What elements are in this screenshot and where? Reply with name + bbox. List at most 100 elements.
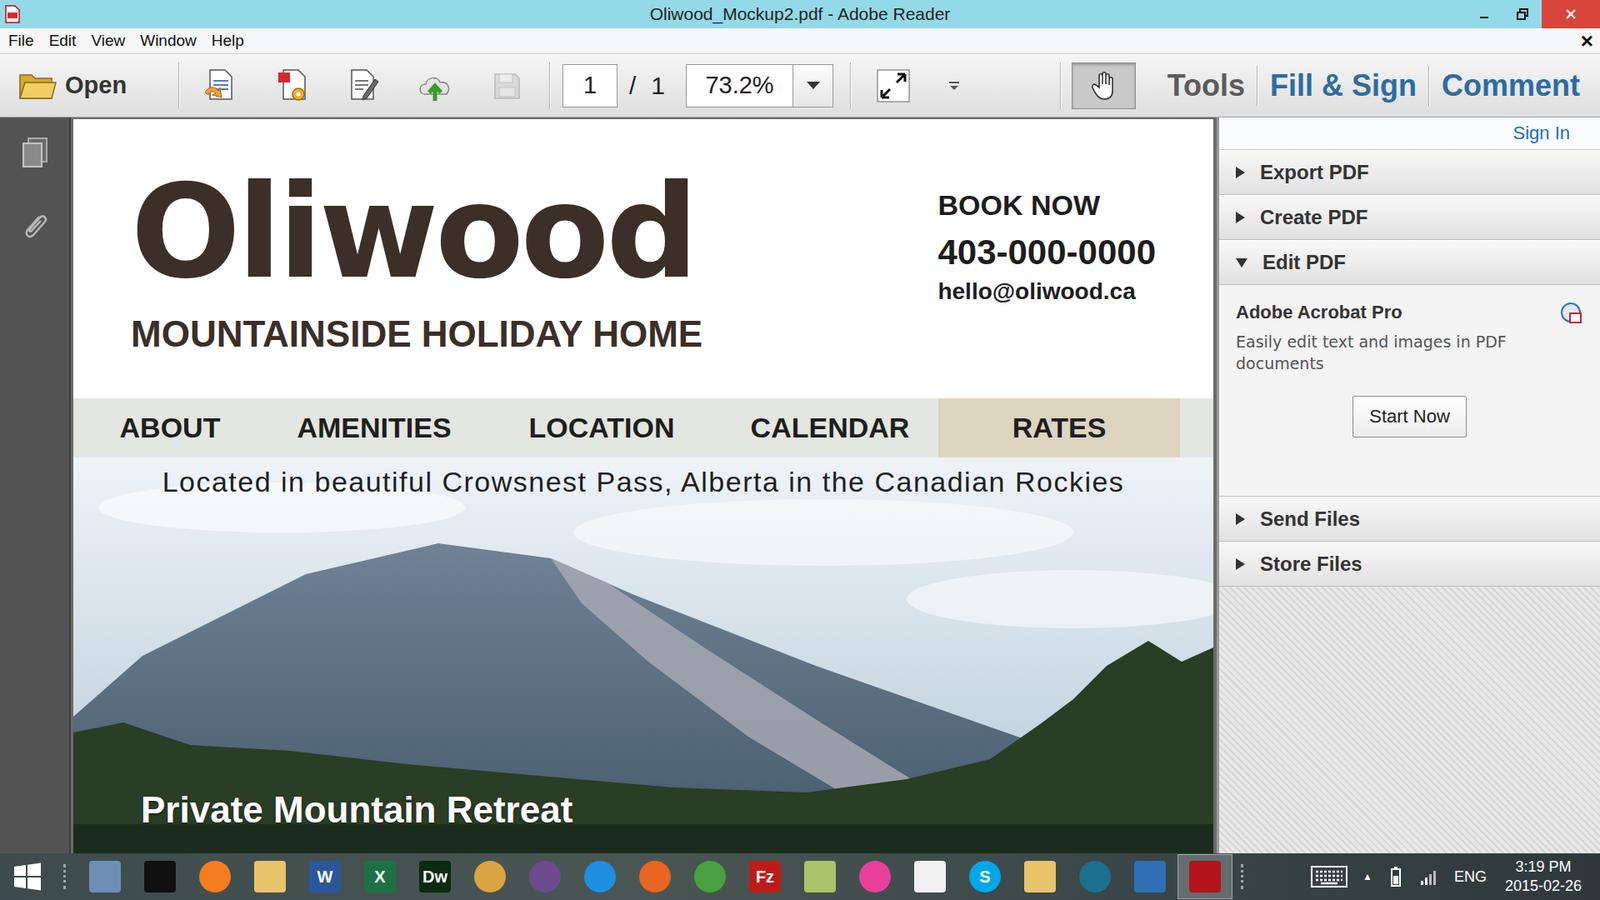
app-icon	[1024, 860, 1056, 893]
page-thumbnails-button[interactable]	[18, 135, 52, 170]
zoom-control: 73.2%	[685, 64, 834, 108]
panel-section-header[interactable]: Edit PDF	[1219, 240, 1600, 285]
battery-icon[interactable]	[1387, 865, 1405, 888]
app-icon	[914, 860, 946, 893]
taskbar-app[interactable]	[187, 854, 243, 900]
menu-item[interactable]: View	[83, 31, 133, 50]
app-icon: Dw	[419, 860, 451, 893]
hand-tool-button[interactable]	[1071, 62, 1136, 110]
app-icon	[639, 860, 671, 893]
create-icon	[203, 67, 237, 105]
taskbar-app[interactable]	[1012, 854, 1068, 900]
edit-icon	[346, 67, 380, 105]
taskbar-app[interactable]	[572, 854, 628, 900]
minimize-icon	[1478, 8, 1490, 20]
attachments-button[interactable]	[18, 209, 52, 243]
start-button[interactable]	[0, 853, 55, 900]
app-icon	[859, 860, 891, 893]
hero-banner: Located in beautiful Crowsnest Pass, Alb…	[73, 457, 1214, 854]
restore-button[interactable]	[1503, 0, 1542, 29]
system-tray: ▲ ENG 3:19 PM2015-02-26	[1310, 857, 1600, 897]
toolbar-separator	[1428, 65, 1430, 106]
taskbar-app[interactable]	[792, 854, 848, 900]
taskbar-app[interactable]: X	[352, 854, 408, 900]
taskbar-grip	[1240, 864, 1247, 890]
tools-panel: Sign InExport PDFCreate PDFEdit PDFAdobe…	[1216, 117, 1600, 854]
taskbar-app[interactable]	[1067, 854, 1123, 900]
app-icon	[1134, 860, 1166, 893]
taskbar-app[interactable]	[1177, 854, 1233, 900]
pdf-button[interactable]	[275, 67, 309, 105]
panel-section-header[interactable]: Send Files	[1219, 496, 1600, 542]
upload-button[interactable]	[418, 67, 452, 105]
menu-item[interactable]: Edit	[41, 31, 85, 50]
show-hidden-icons-button[interactable]: ▲	[1362, 870, 1373, 883]
pdf-page: OliwoodMOUNTAINSIDE HOLIDAY HOME BOOK NOW…	[73, 119, 1214, 854]
panel-section-header[interactable]: Create PDF	[1219, 195, 1600, 240]
site-nav-item[interactable]: CALENDAR	[721, 398, 939, 458]
taskbar-app[interactable]	[847, 854, 903, 900]
page-number-field[interactable]: 1	[562, 64, 618, 108]
app-icon	[144, 860, 176, 893]
zoom-field[interactable]: 73.2%	[686, 65, 793, 107]
taskbar-app[interactable]: Fz	[737, 854, 793, 900]
taskbar-app[interactable]	[77, 854, 133, 900]
taskbar-app[interactable]	[242, 854, 298, 900]
zoom-dropdown-button[interactable]	[792, 65, 833, 107]
site-nav-item[interactable]: RATES	[938, 398, 1180, 458]
app-icon	[584, 860, 616, 893]
taskbar-app[interactable]: Dw	[407, 854, 463, 900]
toolbar-link[interactable]: Fill & Sign	[1258, 68, 1429, 104]
sign-in-link[interactable]: Sign In	[1513, 122, 1571, 145]
booking-info: BOOK NOW403-000-0000hello@oliwood.ca	[937, 167, 1156, 399]
book-now-heading: BOOK NOW	[937, 189, 1156, 222]
create-button[interactable]	[203, 67, 237, 105]
collapsed-arrow-icon	[1235, 558, 1245, 570]
taskbar-app[interactable]: W	[297, 854, 353, 900]
toolbar-link[interactable]: Tools	[1155, 68, 1257, 104]
pdf-icon	[275, 67, 309, 105]
app-icon	[1189, 860, 1221, 893]
network-icon[interactable]	[1419, 866, 1440, 887]
site-nav-item[interactable]: ABOUT	[73, 398, 267, 458]
site-nav-item[interactable]: LOCATION	[481, 398, 722, 458]
minimize-button[interactable]	[1465, 0, 1504, 29]
close-document-button[interactable]: ×	[1580, 30, 1594, 52]
panel-section-header[interactable]: Store Files	[1219, 541, 1600, 587]
clock[interactable]: 3:19 PM2015-02-26	[1501, 857, 1585, 897]
logo: OliwoodMOUNTAINSIDE HOLIDAY HOME	[130, 167, 703, 399]
taskbar-app[interactable]	[682, 854, 738, 900]
open-button[interactable]: Open	[18, 70, 159, 102]
app-icon	[1079, 860, 1111, 893]
taskbar-app[interactable]: S	[957, 854, 1013, 900]
more-arrow-icon	[948, 80, 960, 91]
taskbar-app[interactable]	[462, 854, 518, 900]
taskbar-app[interactable]	[902, 854, 958, 900]
save-button[interactable]	[490, 67, 524, 105]
site-nav-item[interactable]: AMENITIES	[266, 398, 482, 458]
menu-item[interactable]: File	[0, 31, 42, 50]
collapsed-arrow-icon	[1235, 513, 1245, 525]
window-title: Oliwood_Mockup2.pdf - Adobe Reader	[650, 4, 951, 25]
edit-button[interactable]	[346, 67, 380, 105]
taskbar-app[interactable]	[1122, 854, 1178, 900]
document-area: OliwoodMOUNTAINSIDE HOLIDAY HOME BOOK NOW…	[70, 117, 1217, 854]
menu-item[interactable]: Window	[132, 31, 205, 50]
panel-section-header[interactable]: Export PDF	[1219, 150, 1600, 195]
email-address: hello@oliwood.ca	[937, 278, 1156, 305]
toolbar-separator	[850, 62, 852, 110]
customize-toolbar-button[interactable]	[948, 80, 960, 91]
fullscreen-button[interactable]	[874, 69, 912, 103]
menu-item[interactable]: Help	[204, 31, 252, 50]
taskbar-app[interactable]	[517, 854, 573, 900]
taskbar-app[interactable]	[627, 854, 683, 900]
taskbar-app[interactable]	[132, 854, 188, 900]
input-language[interactable]: ENG	[1454, 868, 1487, 886]
paperclip-icon	[20, 210, 50, 242]
start-now-button[interactable]: Start Now	[1352, 395, 1467, 438]
toolbar-link[interactable]: Comment	[1430, 68, 1592, 104]
expanded-arrow-icon	[1235, 258, 1248, 268]
adobe-reader-icon	[5, 5, 20, 24]
touch-keyboard-icon[interactable]	[1310, 865, 1348, 888]
close-window-button[interactable]	[1541, 0, 1600, 29]
